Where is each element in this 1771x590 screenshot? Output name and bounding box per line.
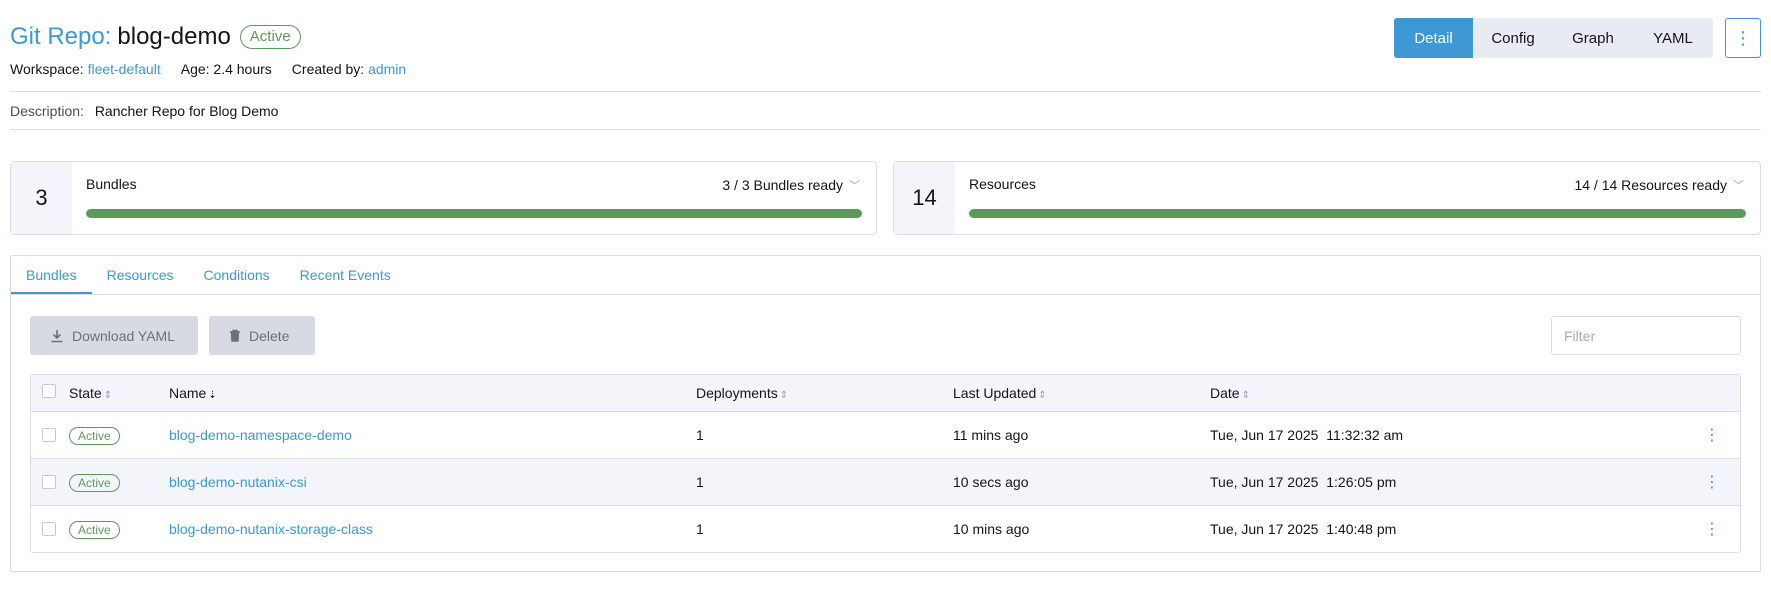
col-state-header[interactable]: State ⇕ bbox=[69, 385, 112, 401]
workspace-label: Workspace: bbox=[10, 61, 84, 77]
divider bbox=[10, 91, 1761, 92]
sort-icon: ⇕ bbox=[1241, 390, 1250, 401]
resources-progress-fill bbox=[969, 209, 1746, 218]
tab-bundles[interactable]: Bundles bbox=[11, 256, 92, 294]
bundle-name-link[interactable]: blog-demo-namespace-demo bbox=[169, 427, 352, 443]
resources-count-title: Resources bbox=[969, 176, 1036, 192]
bundles-count-box: 3 Bundles 3 / 3 Bundles ready ﹀ bbox=[10, 161, 877, 235]
workspace-meta: Workspace: fleet-default bbox=[10, 61, 161, 77]
description: Description: Rancher Repo for Blog Demo bbox=[10, 103, 278, 119]
view-yaml-button[interactable]: YAML bbox=[1633, 18, 1713, 58]
table-row: Active blog-demo-nutanix-csi 1 10 secs a… bbox=[31, 458, 1740, 505]
sort-icon: ⇕ bbox=[1038, 390, 1047, 401]
status-badge: Active bbox=[239, 25, 301, 49]
workspace-link[interactable]: fleet-default bbox=[88, 61, 161, 77]
tabbed-panel: Bundles Resources Conditions Recent Even… bbox=[10, 255, 1761, 572]
resources-progress-bar bbox=[969, 209, 1746, 218]
row-actions-kebab-icon[interactable]: ⋮ bbox=[1704, 472, 1720, 492]
date-value: Tue, Jun 17 2025 11:32:32 am bbox=[1210, 427, 1404, 443]
bundle-name-link[interactable]: blog-demo-nutanix-storage-class bbox=[169, 521, 373, 537]
view-config-button[interactable]: Config bbox=[1473, 18, 1553, 58]
page-title-prefix: Git Repo: bbox=[10, 23, 112, 50]
view-graph-button[interactable]: Graph bbox=[1553, 18, 1633, 58]
col-date-header[interactable]: Date ⇕ bbox=[1210, 385, 1250, 401]
bundles-count-title: Bundles bbox=[86, 176, 137, 192]
actions-menu-button[interactable]: ⋮ bbox=[1725, 18, 1761, 58]
chevron-down-icon: ﹀ bbox=[849, 180, 860, 192]
date-value: Tue, Jun 17 2025 1:40:48 pm bbox=[1210, 521, 1397, 537]
status-badge: Active bbox=[69, 520, 120, 539]
table-row: Active blog-demo-namespace-demo 1 11 min… bbox=[31, 411, 1740, 458]
download-yaml-label: Download YAML bbox=[72, 327, 175, 344]
page-title: blog-demo bbox=[117, 23, 231, 50]
resources-ready-text: 14 / 14 Resources ready bbox=[1574, 177, 1727, 193]
description-label: Description: bbox=[10, 103, 84, 119]
sort-desc-icon: ⇣ bbox=[208, 390, 217, 401]
age-meta: Age: 2.4 hours bbox=[180, 61, 272, 77]
status-badge: Active bbox=[69, 426, 120, 445]
tab-bar: Bundles Resources Conditions Recent Even… bbox=[11, 256, 1760, 295]
deployments-value: 1 bbox=[696, 474, 704, 490]
tab-resources[interactable]: Resources bbox=[92, 256, 189, 294]
row-actions-kebab-icon[interactable]: ⋮ bbox=[1704, 519, 1720, 539]
resources-count: 14 bbox=[894, 162, 955, 234]
bundles-progress-bar bbox=[86, 209, 862, 218]
filter-input[interactable] bbox=[1551, 316, 1741, 355]
last-updated-value: 10 secs ago bbox=[953, 474, 1029, 490]
download-yaml-button[interactable]: Download YAML bbox=[30, 316, 198, 355]
resources-ready-toggle[interactable]: 14 / 14 Resources ready ﹀ bbox=[1574, 177, 1744, 193]
divider bbox=[10, 129, 1761, 130]
status-badge: Active bbox=[69, 473, 120, 492]
view-detail-button[interactable]: Detail bbox=[1394, 18, 1473, 58]
tab-recent-events[interactable]: Recent Events bbox=[285, 256, 406, 294]
col-name-header[interactable]: Name ⇣ bbox=[169, 385, 217, 401]
bundles-progress-fill bbox=[86, 209, 862, 218]
deployments-value: 1 bbox=[696, 427, 704, 443]
delete-label: Delete bbox=[249, 327, 290, 344]
download-icon bbox=[51, 329, 63, 342]
tab-conditions[interactable]: Conditions bbox=[189, 256, 285, 294]
bundle-name-link[interactable]: blog-demo-nutanix-csi bbox=[169, 474, 307, 490]
bundles-count: 3 bbox=[11, 162, 72, 234]
deployments-value: 1 bbox=[696, 521, 704, 537]
select-all-checkbox[interactable] bbox=[42, 384, 56, 398]
sort-icon: ⇕ bbox=[103, 390, 113, 401]
delete-button[interactable]: Delete bbox=[209, 316, 315, 355]
date-value: Tue, Jun 17 2025 1:26:05 pm bbox=[1210, 474, 1397, 490]
created-by-meta: Created by: admin bbox=[292, 61, 406, 77]
row-checkbox[interactable] bbox=[42, 428, 56, 442]
created-by-link[interactable]: admin bbox=[368, 61, 406, 77]
last-updated-value: 11 mins ago bbox=[953, 427, 1029, 443]
meta-row: Workspace: fleet-default Age: 2.4 hours … bbox=[10, 61, 1761, 77]
sort-icon: ⇕ bbox=[779, 390, 789, 401]
resources-count-box: 14 Resources 14 / 14 Resources ready ﹀ bbox=[893, 161, 1761, 235]
table-header-row: State ⇕ Name ⇣ Deployments ⇕ Last Updated ⇕ … bbox=[31, 375, 1740, 411]
row-checkbox[interactable] bbox=[42, 522, 56, 536]
bundles-table: State ⇕ Name ⇣ Deployments ⇕ Last Updated ⇕ … bbox=[30, 374, 1741, 553]
view-mode-toggle: Detail Config Graph YAML bbox=[1394, 18, 1713, 58]
bundles-ready-text: 3 / 3 Bundles ready bbox=[722, 177, 843, 193]
created-by-label: Created by: bbox=[291, 61, 365, 77]
trash-icon bbox=[230, 329, 240, 342]
row-checkbox[interactable] bbox=[42, 475, 56, 489]
kebab-icon: ⋮ bbox=[1734, 27, 1752, 48]
row-actions-kebab-icon[interactable]: ⋮ bbox=[1704, 425, 1720, 445]
description-value: Rancher Repo for Blog Demo bbox=[94, 103, 279, 119]
table-row: Active blog-demo-nutanix-storage-class 1… bbox=[31, 505, 1740, 552]
last-updated-value: 10 mins ago bbox=[953, 521, 1030, 537]
chevron-down-icon: ﹀ bbox=[1733, 180, 1744, 192]
bundles-ready-toggle[interactable]: 3 / 3 Bundles ready ﹀ bbox=[722, 177, 860, 193]
col-deployments-header[interactable]: Deployments ⇕ bbox=[696, 385, 788, 401]
col-last-updated-header[interactable]: Last Updated ⇕ bbox=[953, 385, 1047, 401]
